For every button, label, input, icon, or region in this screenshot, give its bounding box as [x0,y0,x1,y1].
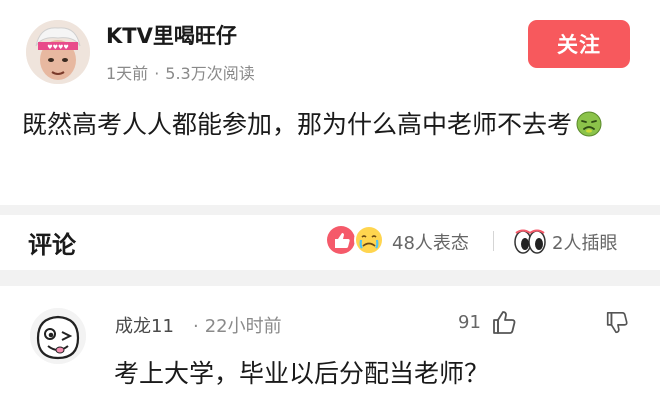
comment-item: 成龙11 · 22小时前 91 考上大学，毕业以后分配当老师？ [0,286,660,406]
author-avatar[interactable]: ♥♥♥♥ [26,20,90,84]
thumbs-up-icon[interactable] [490,308,518,336]
cartoon-face-icon [30,308,86,364]
post-card: ♥♥♥♥ KTV里喝旺仔 1天前 · 5.3万次阅读 关注 既然高考人人都能参加，那… [0,0,660,205]
section-separator [0,205,660,215]
commenter-avatar[interactable] [30,308,86,364]
eyes-count[interactable]: 2人插眼 [552,229,617,255]
post-meta: 1天前 · 5.3万次阅读 [106,60,255,84]
thumbs-down-icon[interactable] [604,310,630,336]
bar-divider [493,231,494,251]
eyes-icon[interactable] [513,227,547,255]
reaction-icons[interactable] [325,224,389,256]
post-views: 5.3万次阅读 [165,64,255,83]
comment-time-text: 22小时前 [204,316,282,337]
commenter-name[interactable]: 成龙11 [115,312,174,338]
comments-header: 评论 48人表态 2人插眼 [0,215,660,270]
comment-text: 考上大学，毕业以后分配当老师？ [114,359,490,388]
meta-dot: · [193,316,199,337]
post-text: 既然高考人人都能参加，那为什么高中老师不去考 [22,110,573,139]
sick-face-icon [576,111,602,137]
like-count: 91 [458,312,481,333]
meta-dot: · [154,64,160,83]
svg-text:♥♥♥♥: ♥♥♥♥ [47,44,69,51]
reaction-count[interactable]: 48人表态 [392,229,469,255]
section-separator [0,270,660,286]
post-body: 既然高考人人都能参加，那为什么高中老师不去考 [22,100,642,149]
author-name[interactable]: KTV里喝旺仔 [106,20,237,50]
post-time: 1天前 [106,64,149,83]
avatar-face-icon: ♥♥♥♥ [26,20,90,84]
follow-button[interactable]: 关注 [528,20,630,68]
comments-title: 评论 [28,231,76,259]
comment-time: · 22小时前 [193,312,282,338]
